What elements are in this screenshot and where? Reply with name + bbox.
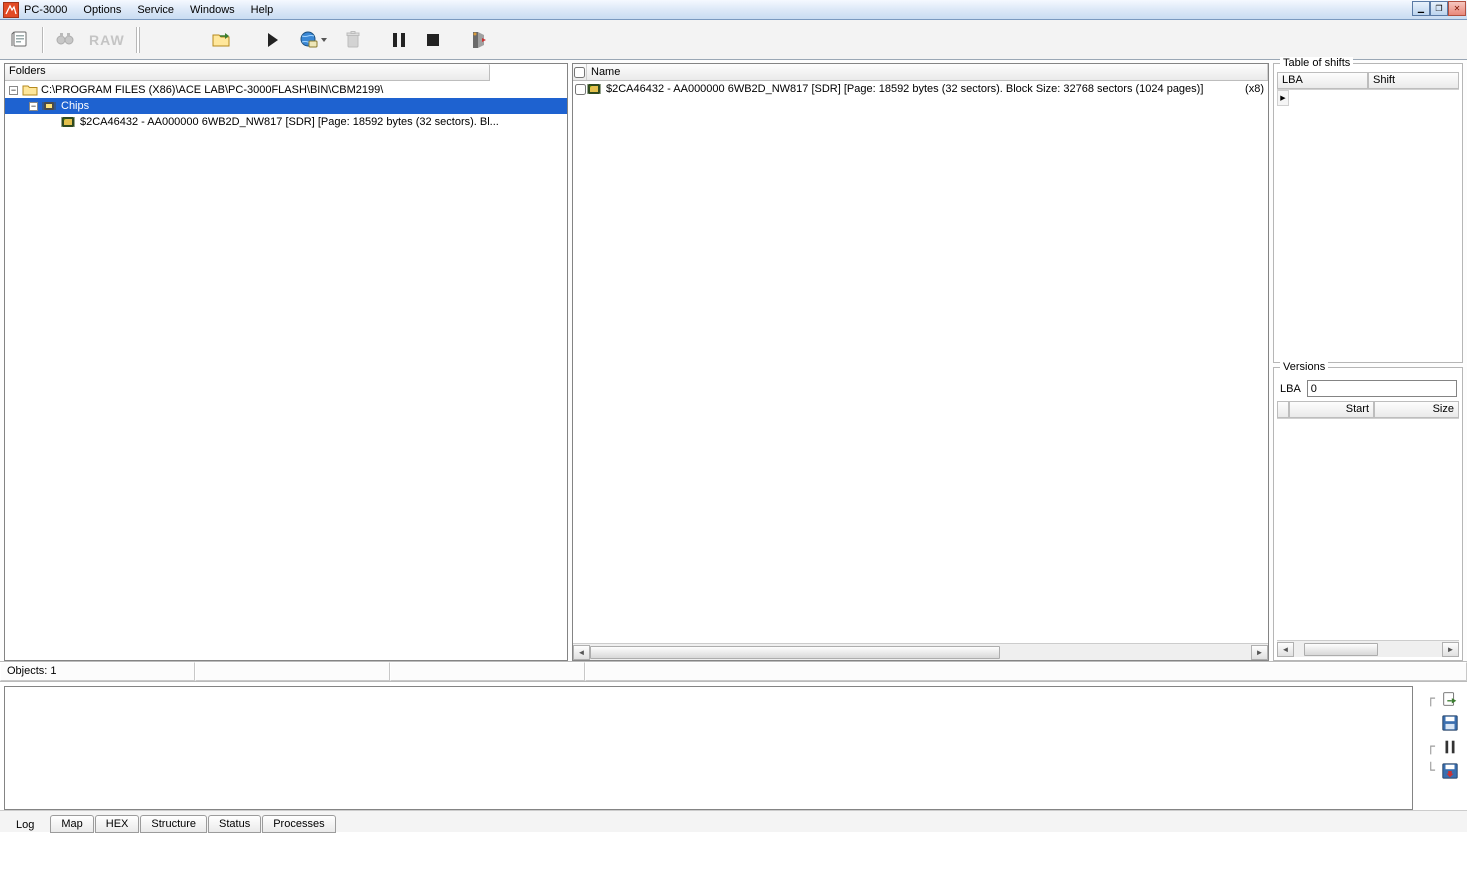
versions-col-start[interactable]: Start xyxy=(1289,401,1374,418)
shifts-col-lba[interactable]: LBA xyxy=(1277,72,1368,89)
toolbar: RAW xyxy=(0,20,1467,60)
tree-chips-row[interactable]: − Chips xyxy=(5,98,567,114)
list-col-name[interactable]: Name xyxy=(587,64,1268,80)
menu-bar: Options Service Windows Help xyxy=(75,0,281,19)
close-button[interactable]: ✕ xyxy=(1448,1,1466,16)
menu-windows[interactable]: Windows xyxy=(182,0,243,20)
title-text: PC-3000 xyxy=(22,4,75,16)
report-button[interactable] xyxy=(6,25,36,55)
versions-title: Versions xyxy=(1280,361,1328,373)
versions-lba-label: LBA xyxy=(1280,383,1301,395)
list-header: Name xyxy=(573,64,1268,81)
export-log-button[interactable] xyxy=(1439,690,1461,708)
right-column: Table of shifts LBA Shift Versions LBA S… xyxy=(1273,63,1463,661)
shifts-col-shift[interactable]: Shift xyxy=(1368,72,1459,89)
tab-log[interactable]: Log xyxy=(6,817,44,833)
scroll-right-button[interactable]: ► xyxy=(1251,645,1268,660)
app-icon xyxy=(3,2,19,18)
globe-button[interactable] xyxy=(292,25,334,55)
search-button[interactable] xyxy=(50,25,80,55)
list-panel: Name $2CA46432 - AA000000 6WB2D_NW817 [S… xyxy=(572,63,1269,661)
scroll-right-button[interactable]: ► xyxy=(1442,642,1459,657)
dropdown-arrow-icon xyxy=(321,38,327,42)
scroll-left-button[interactable]: ◄ xyxy=(1277,642,1294,657)
open-button[interactable] xyxy=(206,25,236,55)
folder-tree[interactable]: − C:\PROGRAM FILES (X86)\ACE LAB\PC-3000… xyxy=(5,81,567,660)
tab-structure[interactable]: Structure xyxy=(140,815,207,833)
minimize-button[interactable]: ▁ xyxy=(1412,1,1430,16)
work-area: Folders − C:\PROGRAM FILES (X86)\ACE LAB… xyxy=(0,60,1467,662)
stop-button[interactable] xyxy=(418,25,448,55)
list-h-scrollbar[interactable]: ◄ ► xyxy=(573,643,1268,660)
scroll-left-button[interactable]: ◄ xyxy=(573,645,590,660)
tab-map[interactable]: Map xyxy=(50,815,93,833)
bracket-icon: ┌ xyxy=(1427,691,1435,707)
row-indicator-icon xyxy=(1277,90,1289,106)
scroll-thumb[interactable] xyxy=(590,646,1000,659)
delete-button[interactable] xyxy=(338,25,368,55)
folder-icon xyxy=(22,83,38,97)
tree-root-label: C:\PROGRAM FILES (X86)\ACE LAB\PC-3000FL… xyxy=(41,84,383,96)
shifts-table-body[interactable] xyxy=(1277,90,1459,359)
folders-header: Folders xyxy=(5,64,490,81)
log-area[interactable] xyxy=(4,686,1413,810)
list-row-text: $2CA46432 - AA000000 6WB2D_NW817 [SDR] [… xyxy=(606,83,1237,95)
chip-item-icon xyxy=(61,115,77,129)
tab-hex[interactable]: HEX xyxy=(95,815,140,833)
save-log-as-button[interactable] xyxy=(1439,762,1461,780)
status-cell-4 xyxy=(585,662,1467,681)
status-objects: Objects: 1 xyxy=(0,662,195,681)
scroll-thumb[interactable] xyxy=(1304,643,1378,656)
versions-h-scrollbar[interactable]: ◄ ► xyxy=(1277,640,1459,657)
pause-button[interactable] xyxy=(384,25,414,55)
menu-help[interactable]: Help xyxy=(243,0,282,20)
exit-button[interactable] xyxy=(464,25,494,55)
versions-table-body[interactable] xyxy=(1277,419,1459,640)
tree-root-row[interactable]: − C:\PROGRAM FILES (X86)\ACE LAB\PC-3000… xyxy=(5,82,567,98)
shifts-title: Table of shifts xyxy=(1280,57,1353,69)
versions-lba-input[interactable] xyxy=(1307,380,1457,397)
list-row-ext: (x8) xyxy=(1245,83,1264,95)
table-of-shifts-panel: Table of shifts LBA Shift xyxy=(1273,63,1463,363)
tab-status[interactable]: Status xyxy=(208,815,261,833)
tree-chip-entry-row[interactable]: $2CA46432 - AA000000 6WB2D_NW817 [SDR] [… xyxy=(5,114,567,130)
tab-processes[interactable]: Processes xyxy=(262,815,335,833)
pause-log-button[interactable] xyxy=(1439,738,1461,756)
bottom-tabstrip: Log Map HEX Structure Status Processes xyxy=(0,810,1467,832)
tree-chips-label: Chips xyxy=(61,100,89,112)
status-cell-3 xyxy=(390,662,585,681)
menu-options[interactable]: Options xyxy=(75,0,129,20)
status-cell-2 xyxy=(195,662,390,681)
bracket-icon: ┌ xyxy=(1427,739,1435,755)
versions-col-size[interactable]: Size xyxy=(1374,401,1459,418)
tree-chip-entry-label: $2CA46432 - AA000000 6WB2D_NW817 [SDR] [… xyxy=(80,116,499,128)
folders-panel: Folders − C:\PROGRAM FILES (X86)\ACE LAB… xyxy=(4,63,568,661)
collapse-icon[interactable]: − xyxy=(29,102,38,111)
list-row[interactable]: $2CA46432 - AA000000 6WB2D_NW817 [SDR] [… xyxy=(573,81,1268,97)
log-side-toolbar: ┌ │ ┌ └ xyxy=(1413,686,1463,810)
save-log-button[interactable] xyxy=(1439,714,1461,732)
chip-icon xyxy=(42,99,58,113)
raw-button[interactable]: RAW xyxy=(84,25,130,55)
log-wrap: ┌ │ ┌ └ xyxy=(0,682,1467,810)
bracket-icon: └ xyxy=(1427,763,1435,779)
versions-panel: Versions LBA Start Size ◄ ► xyxy=(1273,367,1463,661)
row-checkbox[interactable] xyxy=(575,84,586,95)
collapse-icon[interactable]: − xyxy=(9,86,18,95)
menu-service[interactable]: Service xyxy=(129,0,182,20)
title-bar: PC-3000 Options Service Windows Help ▁ ❐… xyxy=(0,0,1467,20)
status-bar: Objects: 1 xyxy=(0,662,1467,682)
chip-item-icon xyxy=(587,82,603,96)
play-button[interactable] xyxy=(258,25,288,55)
restore-button[interactable]: ❐ xyxy=(1430,1,1448,16)
select-all-checkbox[interactable] xyxy=(574,67,585,78)
